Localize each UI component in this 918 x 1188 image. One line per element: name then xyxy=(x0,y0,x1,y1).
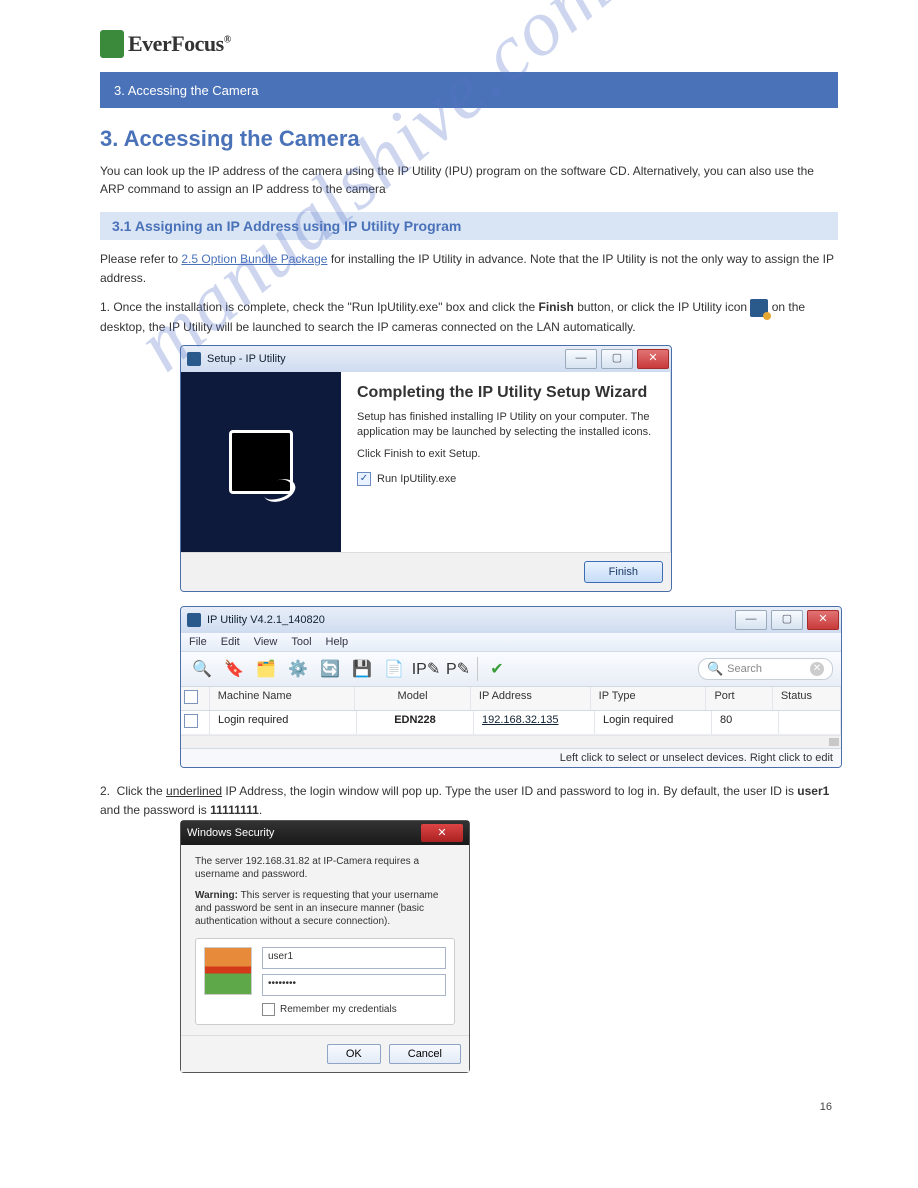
page-number: 16 xyxy=(100,1101,838,1113)
maximize-button[interactable]: ▢ xyxy=(601,349,633,369)
setup-title-text: Setup - IP Utility xyxy=(207,353,563,365)
tool-port-edit-icon[interactable]: P✎ xyxy=(445,656,471,682)
section-heading: 3.1 Assigning an IP Address using IP Uti… xyxy=(100,212,838,240)
search-box[interactable]: 🔍 Search ✕ xyxy=(698,658,833,680)
iputil-minimize-button[interactable]: — xyxy=(735,610,767,630)
step1-part-a: 1. Once the installation is complete, ch… xyxy=(100,300,539,314)
cancel-button[interactable]: Cancel xyxy=(389,1044,461,1064)
iputil-close-button[interactable]: ✕ xyxy=(807,610,839,630)
ok-button[interactable]: OK xyxy=(327,1044,381,1064)
cell-machine: Login required xyxy=(210,711,357,734)
wizard-heading: Completing the IP Utility Setup Wizard xyxy=(357,384,655,402)
step1-bold: Finish xyxy=(539,300,574,314)
step-1: 1. Once the installation is complete, ch… xyxy=(100,298,838,336)
finish-button[interactable]: Finish xyxy=(584,561,663,583)
brand-logo: EverFocus® xyxy=(100,30,838,58)
section-intro: Please refer to 2.5 Option Bundle Packag… xyxy=(100,250,838,288)
tool-gear-icon[interactable]: ⚙️ xyxy=(285,656,311,682)
col-port[interactable]: Port xyxy=(706,687,772,710)
chapter-banner: 3. Accessing the Camera xyxy=(100,72,838,108)
menu-edit[interactable]: Edit xyxy=(221,636,240,648)
tool-export-icon[interactable]: 🗂️ xyxy=(253,656,279,682)
security-title-text: Windows Security xyxy=(187,827,274,839)
link-option-bundle[interactable]: 2.5 Option Bundle Package xyxy=(181,252,327,266)
close-button[interactable]: ✕ xyxy=(637,349,669,369)
wizard-msg-1: Setup has finished installing IP Utility… xyxy=(357,410,655,441)
tool-report-icon[interactable]: 📄 xyxy=(381,656,407,682)
device-row[interactable]: Login required EDN228 192.168.32.135 Log… xyxy=(181,711,841,735)
iputil-titlebar-icon xyxy=(187,613,201,627)
chapter-title: 3. Accessing the Camera xyxy=(100,126,838,152)
cell-iptype: Login required xyxy=(595,711,712,734)
setup-wizard-window: Setup - IP Utility — ▢ ✕ Completing the … xyxy=(180,345,672,592)
cell-ip-address[interactable]: 192.168.32.135 xyxy=(474,711,595,734)
user-avatar-icon xyxy=(204,947,252,995)
device-table-header: Machine Name Model IP Address IP Type Po… xyxy=(181,687,841,711)
tool-ip-edit-icon[interactable]: IP✎ xyxy=(413,656,439,682)
iputil-title-text: IP Utility V4.2.1_140820 xyxy=(207,614,733,626)
windows-security-dialog: Windows Security ✕ The server 192.168.31… xyxy=(180,820,470,1073)
username-input[interactable]: user1 xyxy=(262,947,446,969)
everfocus-logo-icon xyxy=(100,30,124,58)
run-checkbox-label: Run IpUtility.exe xyxy=(377,473,456,485)
tool-search-icon[interactable]: 🔍 xyxy=(189,656,215,682)
search-icon: 🔍 xyxy=(707,661,723,677)
col-status[interactable]: Status xyxy=(773,687,841,710)
wizard-sidebar-graphic xyxy=(181,372,341,552)
wizard-msg-2: Click Finish to exit Setup. xyxy=(357,447,655,462)
step-2: 2. Click the underlined IP Address, the … xyxy=(100,782,838,820)
search-placeholder: Search xyxy=(727,663,762,675)
remember-label: Remember my credentials xyxy=(280,1004,397,1015)
brand-name: EverFocus® xyxy=(128,31,231,57)
iputil-maximize-button[interactable]: ▢ xyxy=(771,610,803,630)
toolbar: 🔍 🔖 🗂️ ⚙️ 🔄 💾 📄 IP✎ P✎ ✔ 🔍 Search ✕ xyxy=(181,652,841,687)
cell-status xyxy=(779,711,841,734)
status-bar: Left click to select or unselect devices… xyxy=(181,748,841,767)
setup-titlebar: Setup - IP Utility — ▢ ✕ xyxy=(181,346,671,372)
menu-tool[interactable]: Tool xyxy=(291,636,311,648)
row-checkbox[interactable] xyxy=(184,714,198,728)
password-input[interactable]: •••••••• xyxy=(262,974,446,996)
tool-save-icon[interactable]: 💾 xyxy=(349,656,375,682)
remember-credentials-row[interactable]: Remember my credentials xyxy=(262,1003,446,1016)
setup-titlebar-icon xyxy=(187,352,201,366)
tool-stamp-icon[interactable]: 🔖 xyxy=(221,656,247,682)
menu-file[interactable]: File xyxy=(189,636,207,648)
security-warning: Warning: This server is requesting that … xyxy=(195,889,455,928)
chapter-intro: You can look up the IP address of the ca… xyxy=(100,162,838,198)
col-model[interactable]: Model xyxy=(355,687,471,710)
run-checkbox[interactable]: ✓ xyxy=(357,472,371,486)
registered-mark: ® xyxy=(224,35,231,46)
credentials-card: user1 •••••••• Remember my credentials xyxy=(195,938,455,1025)
select-all-checkbox[interactable] xyxy=(184,690,198,704)
tool-check-icon[interactable]: ✔ xyxy=(484,656,510,682)
menubar: File Edit View Tool Help xyxy=(181,633,841,652)
menu-help[interactable]: Help xyxy=(326,636,349,648)
remember-checkbox[interactable] xyxy=(262,1003,275,1016)
iputil-titlebar: IP Utility V4.2.1_140820 — ▢ ✕ xyxy=(181,607,841,633)
security-message: The server 192.168.31.82 at IP-Camera re… xyxy=(195,855,455,881)
step1-part-c: button, or click the IP Utility icon xyxy=(574,300,751,314)
cell-port: 80 xyxy=(712,711,779,734)
search-clear-icon[interactable]: ✕ xyxy=(810,662,824,676)
cell-model: EDN228 xyxy=(357,711,474,734)
warning-label: Warning: xyxy=(195,890,238,901)
iputility-desktop-icon xyxy=(750,299,768,317)
horizontal-scrollbar[interactable] xyxy=(181,735,841,748)
run-iputility-checkbox-row[interactable]: ✓ Run IpUtility.exe xyxy=(357,472,655,486)
security-close-button[interactable]: ✕ xyxy=(421,824,463,842)
tool-refresh-icon[interactable]: 🔄 xyxy=(317,656,343,682)
brand-text: EverFocus xyxy=(128,31,224,56)
col-machine-name[interactable]: Machine Name xyxy=(210,687,355,710)
security-titlebar: Windows Security ✕ xyxy=(181,821,469,845)
install-screen-icon xyxy=(229,430,293,494)
menu-view[interactable]: View xyxy=(254,636,278,648)
ip-utility-window: IP Utility V4.2.1_140820 — ▢ ✕ File Edit… xyxy=(180,606,842,768)
minimize-button[interactable]: — xyxy=(565,349,597,369)
col-iptype[interactable]: IP Type xyxy=(591,687,707,710)
col-ip[interactable]: IP Address xyxy=(471,687,591,710)
